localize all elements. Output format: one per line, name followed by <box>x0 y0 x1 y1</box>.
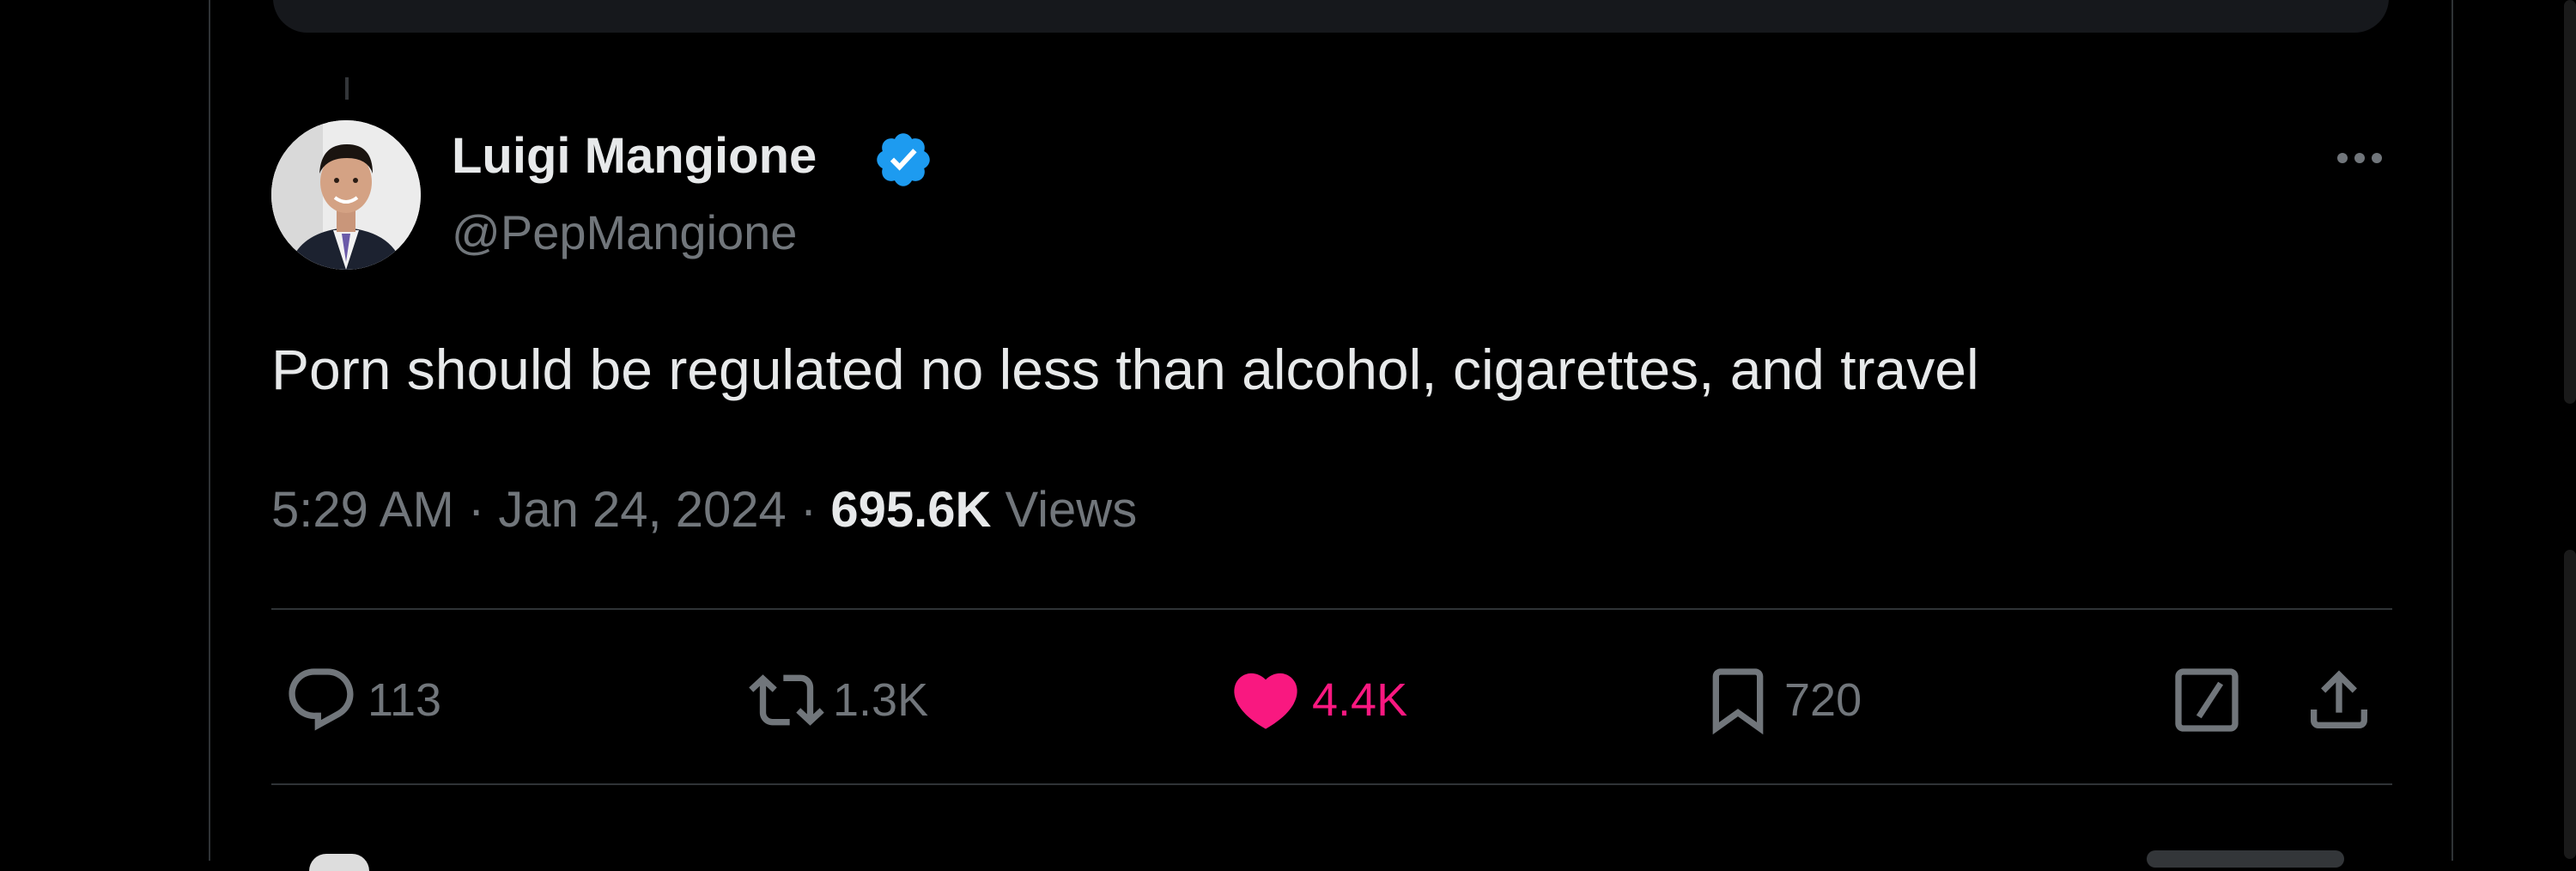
next-tweet-button[interactable] <box>2147 850 2344 868</box>
meta-separator: · <box>467 482 485 538</box>
heart-icon <box>1234 673 1297 729</box>
author-display-name[interactable]: Luigi Mangione <box>452 127 817 185</box>
tweet-date[interactable]: Jan 24, 2024 <box>498 482 786 538</box>
bookmark-count: 720 <box>1784 674 1862 726</box>
avatar-photo <box>271 120 421 270</box>
grok-icon <box>2175 668 2239 732</box>
tweet-text: Porn should be regulated no less than al… <box>271 338 1979 401</box>
like-count: 4.4K <box>1312 674 1408 726</box>
next-tweet-avatar[interactable] <box>309 854 369 871</box>
share-button[interactable] <box>2301 661 2377 739</box>
retweet-count: 1.3K <box>833 674 929 726</box>
meta-separator: · <box>799 482 817 538</box>
previous-tweet-card[interactable] <box>273 0 2389 33</box>
tweet-time[interactable]: 5:29 AM <box>271 482 454 538</box>
like-button[interactable]: 4.4K <box>1228 661 1407 739</box>
author-handle[interactable]: @PepMangione <box>452 204 797 260</box>
views-label: Views <box>1005 482 1138 538</box>
more-icon[interactable] <box>2332 137 2387 179</box>
views-count[interactable]: 695.6K <box>830 482 991 538</box>
reply-button[interactable]: 113 <box>283 661 441 739</box>
bookmark-icon <box>1712 668 1764 735</box>
verified-badge-icon[interactable] <box>872 129 934 191</box>
avatar[interactable] <box>271 120 421 270</box>
share-icon <box>2311 670 2367 728</box>
thread-connector <box>345 77 349 100</box>
tweet-meta: 5:29 AM · Jan 24, 2024 · 695.6K Views <box>271 481 1137 539</box>
grok-button[interactable] <box>2169 661 2245 739</box>
bookmark-button[interactable]: 720 <box>1700 661 1862 739</box>
retweet-button[interactable]: 1.3K <box>749 661 928 739</box>
reply-icon <box>289 668 354 731</box>
divider-bottom <box>271 783 2392 785</box>
retweet-icon <box>749 674 824 726</box>
divider-top <box>271 608 2392 610</box>
scrollbar-track[interactable] <box>2564 550 2576 859</box>
scrollbar-track[interactable] <box>2564 0 2576 404</box>
reply-count: 113 <box>368 674 442 726</box>
